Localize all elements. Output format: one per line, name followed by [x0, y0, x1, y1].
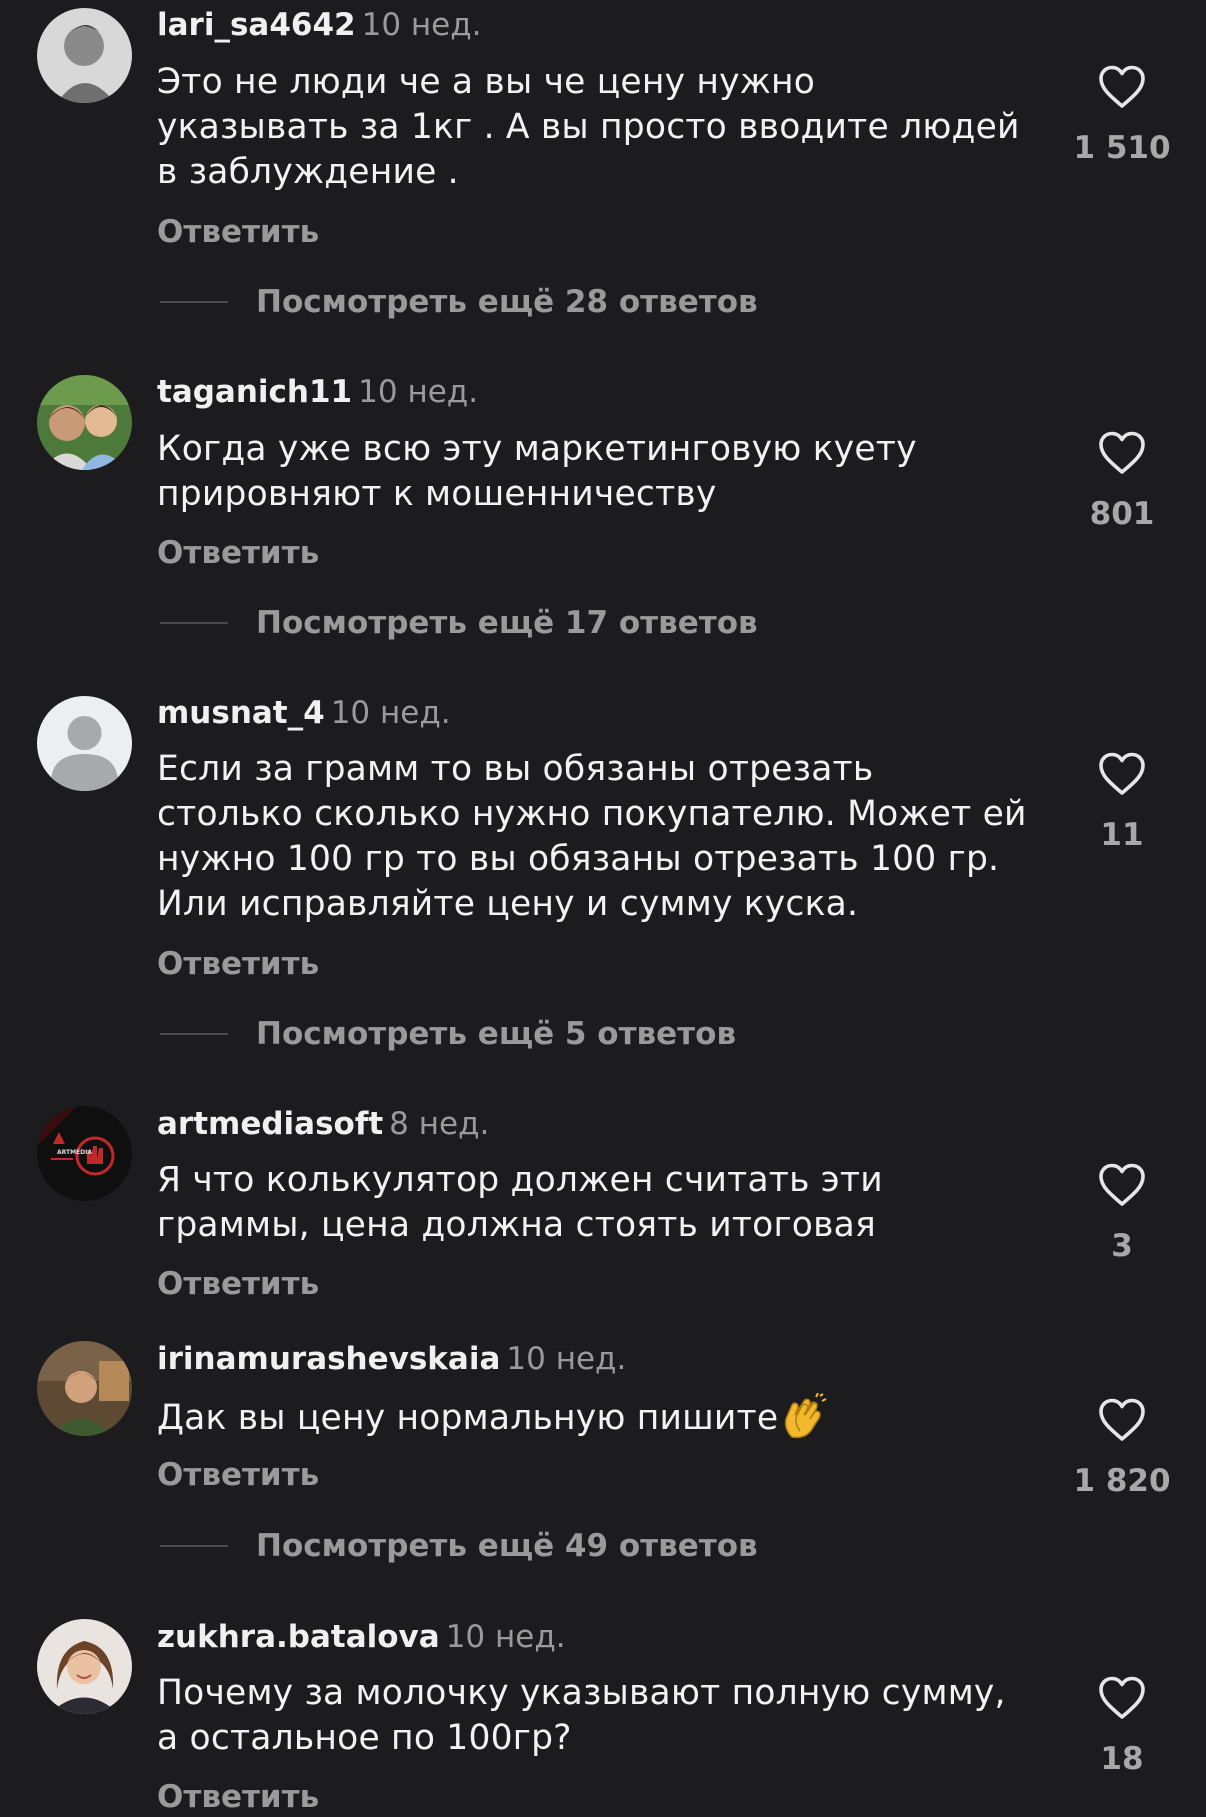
- view-more-replies-button[interactable]: Посмотреть ещё 49 ответов: [256, 1526, 758, 1566]
- avatar[interactable]: [37, 1341, 132, 1436]
- comment-time: 10 нед.: [330, 695, 451, 731]
- comment-text-content: Дак вы цену нормальную пишите: [157, 1398, 779, 1438]
- comment-time: 10 нед.: [506, 1341, 627, 1377]
- view-more-replies-button[interactable]: Посмотреть ещё 5 ответов: [256, 1014, 736, 1054]
- username[interactable]: irinamurashevskaia: [157, 1341, 500, 1377]
- comment-text: Это не люди че а вы че цену нужно указыв…: [157, 62, 1020, 192]
- avatar-logo-text: ARTMEDIA: [57, 1149, 92, 1156]
- comment-meta: irinamurashevskaia 10 нед.: [157, 1339, 626, 1379]
- comment-meta: lari_sa4642 10 нед.: [157, 5, 482, 45]
- reply-button[interactable]: Ответить: [157, 212, 319, 252]
- reply-button[interactable]: Ответить: [157, 533, 319, 573]
- comment-meta: artmediasoft 8 нед.: [157, 1104, 489, 1144]
- username[interactable]: taganich11: [157, 374, 352, 410]
- comment-meta: zukhra.batalova 10 нед.: [157, 1617, 566, 1657]
- comment-time: 10 нед.: [358, 374, 479, 410]
- username[interactable]: musnat_4: [157, 695, 325, 731]
- comment-meta: musnat_4 10 нед.: [157, 693, 451, 733]
- avatar[interactable]: [37, 8, 132, 103]
- like-group: 3: [1081, 1162, 1163, 1266]
- username[interactable]: lari_sa4642: [157, 7, 356, 43]
- comment-time: 10 нед.: [445, 1619, 566, 1655]
- comment-text: Когда уже всю эту маркетинговую куету пр…: [157, 429, 917, 514]
- like-group: 11: [1081, 751, 1163, 855]
- like-count: 11: [1100, 817, 1144, 853]
- like-count: 18: [1100, 1741, 1144, 1777]
- comment-text: Дак вы цену нормальную пишите: [157, 1393, 1047, 1441]
- like-count: 1 510: [1073, 130, 1171, 166]
- username[interactable]: artmediasoft: [157, 1106, 383, 1142]
- reply-button[interactable]: Ответить: [157, 1455, 319, 1495]
- reply-button[interactable]: Ответить: [157, 1777, 319, 1817]
- comment-meta: taganich11 10 нед.: [157, 372, 478, 412]
- like-group: 1 510: [1073, 64, 1171, 168]
- comment-time: 8 нед.: [389, 1106, 490, 1142]
- divider: [160, 1033, 228, 1035]
- like-group: 1 820: [1073, 1397, 1171, 1501]
- avatar[interactable]: [37, 696, 132, 791]
- divider: [160, 622, 228, 624]
- heart-icon[interactable]: [1097, 1397, 1147, 1443]
- heart-icon[interactable]: [1097, 64, 1147, 110]
- avatar[interactable]: [37, 1619, 132, 1714]
- avatar[interactable]: ARTMEDIA: [37, 1106, 132, 1201]
- clapping-hands-emoji-icon: [785, 1393, 827, 1439]
- username[interactable]: zukhra.batalova: [157, 1619, 440, 1655]
- comment-text: Я что колькулятор должен считать эти гра…: [157, 1160, 883, 1245]
- heart-icon[interactable]: [1097, 1675, 1147, 1721]
- reply-button[interactable]: Ответить: [157, 944, 319, 984]
- view-more-replies-button[interactable]: Посмотреть ещё 17 ответов: [256, 603, 758, 643]
- like-group: 18: [1081, 1675, 1163, 1779]
- heart-icon[interactable]: [1097, 430, 1147, 476]
- like-count: 3: [1111, 1228, 1133, 1264]
- comment-text: Почему за молочку указывают полную сумму…: [157, 1673, 1006, 1758]
- heart-icon[interactable]: [1097, 751, 1147, 797]
- view-more-replies-button[interactable]: Посмотреть ещё 28 ответов: [256, 282, 758, 322]
- avatar[interactable]: [37, 375, 132, 470]
- comment-text: Если за грамм то вы обязаны отрезать сто…: [157, 749, 1027, 924]
- divider: [160, 1545, 228, 1547]
- heart-icon[interactable]: [1097, 1162, 1147, 1208]
- like-group: 801: [1081, 430, 1163, 534]
- comment-time: 10 нед.: [361, 7, 482, 43]
- like-count: 1 820: [1073, 1463, 1171, 1499]
- divider: [160, 301, 228, 303]
- reply-button[interactable]: Ответить: [157, 1264, 319, 1304]
- like-count: 801: [1089, 496, 1155, 532]
